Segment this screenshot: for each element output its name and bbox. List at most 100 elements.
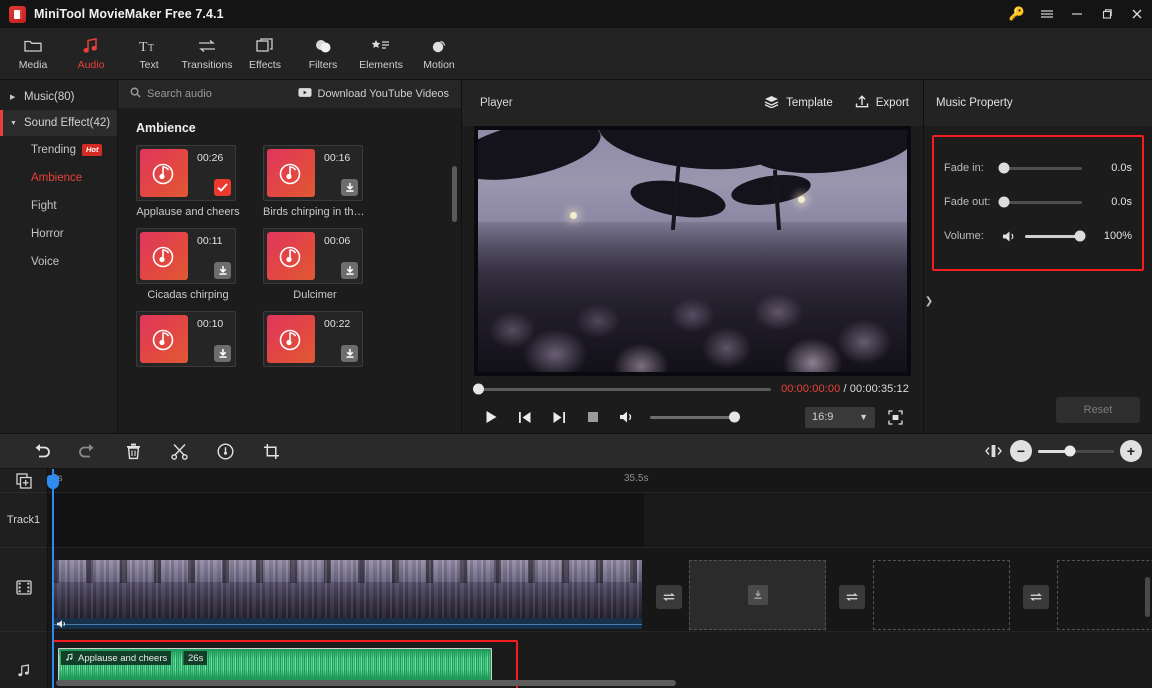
- transition-button[interactable]: [656, 585, 682, 609]
- timeline-vertical-scrollbar[interactable]: [1145, 577, 1150, 617]
- audio-card-box[interactable]: 00:16: [263, 145, 363, 201]
- category-sound-effect[interactable]: ▼ Sound Effect(42): [0, 110, 117, 136]
- playhead[interactable]: [47, 469, 59, 688]
- video-clip-audio-strip[interactable]: [52, 618, 642, 629]
- media-drop-placeholder[interactable]: [689, 560, 826, 630]
- track-header-track1[interactable]: Track1: [0, 493, 47, 548]
- play-button[interactable]: [474, 403, 508, 431]
- audio-card[interactable]: 00:16 Birds chirping in the...: [263, 145, 367, 218]
- nav-item-filters[interactable]: Filters: [294, 28, 352, 80]
- category-music[interactable]: ▶ Music(80): [0, 84, 117, 110]
- split-button[interactable]: [156, 436, 202, 466]
- sidebar-item-horror[interactable]: Horror: [0, 220, 117, 248]
- playhead-handle[interactable]: [47, 475, 59, 489]
- nav-item-elements[interactable]: Elements: [352, 28, 410, 80]
- previous-frame-button[interactable]: [508, 403, 542, 431]
- fade-in-handle[interactable]: [998, 162, 1010, 174]
- audio-card[interactable]: 00:22: [263, 311, 363, 372]
- video-clip[interactable]: [52, 560, 642, 618]
- nav-item-media[interactable]: Media: [4, 28, 62, 80]
- track-header-video[interactable]: [0, 548, 47, 632]
- nav-label-media: Media: [18, 58, 48, 71]
- close-icon[interactable]: [1122, 0, 1152, 28]
- track1-lane[interactable]: [48, 493, 1152, 548]
- track-header-audio[interactable]: [0, 632, 47, 688]
- audio-card-box[interactable]: 00:26: [136, 145, 236, 201]
- nav-item-transitions[interactable]: Transitions: [178, 28, 236, 80]
- zoom-out-icon[interactable]: −: [1010, 440, 1032, 462]
- zoom-in-icon[interactable]: +: [1120, 440, 1142, 462]
- redo-button[interactable]: [64, 436, 110, 466]
- nav-item-motion[interactable]: Motion: [410, 28, 468, 80]
- sidebar-item-ambience[interactable]: Ambience: [0, 164, 117, 192]
- audio-card-box[interactable]: 00:06: [263, 228, 363, 284]
- stop-button[interactable]: [576, 403, 610, 431]
- audio-card-box[interactable]: 00:11: [136, 228, 236, 284]
- audio-card[interactable]: 00:06 Dulcimer: [263, 228, 363, 301]
- timeline-ruler[interactable]: 0s 35.5s: [48, 469, 1152, 493]
- audio-card[interactable]: 00:11 Cicadas chirping: [136, 228, 236, 301]
- sidebar-item-fight[interactable]: Fight: [0, 192, 117, 220]
- nav-item-text[interactable]: TT Text: [120, 28, 178, 80]
- search-input[interactable]: Search audio: [130, 87, 212, 101]
- download-youtube-videos-button[interactable]: Download YouTube Videos: [297, 87, 449, 101]
- delete-button[interactable]: [110, 436, 156, 466]
- transition-button[interactable]: [1023, 585, 1049, 609]
- fade-out-handle[interactable]: [998, 196, 1010, 208]
- player-volume-button[interactable]: [610, 403, 644, 431]
- media-drop-placeholder[interactable]: [1057, 560, 1152, 630]
- sidebar-item-voice[interactable]: Voice: [0, 248, 117, 276]
- svg-text:T: T: [148, 43, 154, 54]
- fade-out-slider[interactable]: [998, 196, 1082, 208]
- maximize-icon[interactable]: [1092, 0, 1122, 28]
- download-icon[interactable]: [341, 262, 358, 279]
- fade-in-slider[interactable]: [998, 162, 1082, 174]
- fullscreen-icon[interactable]: [881, 403, 909, 431]
- track-headers: Track1: [0, 469, 48, 688]
- undo-button[interactable]: [18, 436, 64, 466]
- export-button[interactable]: Export: [855, 95, 909, 111]
- player-volume-handle[interactable]: [729, 411, 740, 423]
- volume-handle[interactable]: [1074, 230, 1086, 242]
- audio-card-box[interactable]: 00:10: [136, 311, 236, 367]
- scrollbar-thumb[interactable]: [56, 680, 676, 686]
- download-icon[interactable]: [341, 179, 358, 196]
- download-icon[interactable]: [341, 345, 358, 362]
- title-bar: MiniTool MovieMaker Free 7.4.1 🔑: [0, 0, 1152, 28]
- chevron-right-icon[interactable]: ❯: [924, 290, 934, 312]
- template-button[interactable]: Template: [764, 95, 833, 111]
- check-icon[interactable]: [214, 179, 231, 196]
- reset-button[interactable]: Reset: [1056, 397, 1140, 423]
- audio-card[interactable]: 00:26 Applause and cheers: [136, 145, 240, 218]
- zoom-slider[interactable]: [1038, 445, 1114, 457]
- audio-card-box[interactable]: 00:22: [263, 311, 363, 367]
- nav-item-audio[interactable]: Audio: [62, 28, 120, 80]
- minimize-icon[interactable]: [1062, 0, 1092, 28]
- speed-button[interactable]: [202, 436, 248, 466]
- volume-icon[interactable]: [56, 619, 68, 629]
- add-track-icon[interactable]: [0, 469, 47, 493]
- hamburger-menu-icon[interactable]: [1032, 0, 1062, 28]
- sidebar-item-trending[interactable]: Trending Hot: [0, 136, 117, 164]
- seek-bar[interactable]: [473, 383, 772, 395]
- volume-slider[interactable]: [1025, 230, 1086, 242]
- crop-button[interactable]: [248, 436, 294, 466]
- aspect-ratio-select[interactable]: 16:9 ▼: [805, 406, 875, 428]
- transition-button[interactable]: [839, 585, 865, 609]
- download-icon[interactable]: [214, 262, 231, 279]
- volume-icon[interactable]: [1002, 230, 1017, 243]
- audio-card[interactable]: 00:10: [136, 311, 236, 372]
- key-icon[interactable]: 🔑: [1002, 0, 1032, 28]
- player-volume-slider[interactable]: [650, 411, 740, 423]
- seek-handle[interactable]: [473, 383, 484, 395]
- timeline-horizontal-scrollbar[interactable]: [48, 680, 1148, 686]
- media-drop-placeholder[interactable]: [873, 560, 1010, 630]
- fit-timeline-icon[interactable]: [976, 436, 1010, 466]
- zoom-handle[interactable]: [1064, 445, 1076, 457]
- video-preview[interactable]: [474, 126, 911, 376]
- nav-item-effects[interactable]: Effects: [236, 28, 294, 80]
- next-frame-button[interactable]: [542, 403, 576, 431]
- library-scrollbar[interactable]: [452, 166, 457, 222]
- video-lane[interactable]: [48, 548, 1152, 632]
- download-icon[interactable]: [214, 345, 231, 362]
